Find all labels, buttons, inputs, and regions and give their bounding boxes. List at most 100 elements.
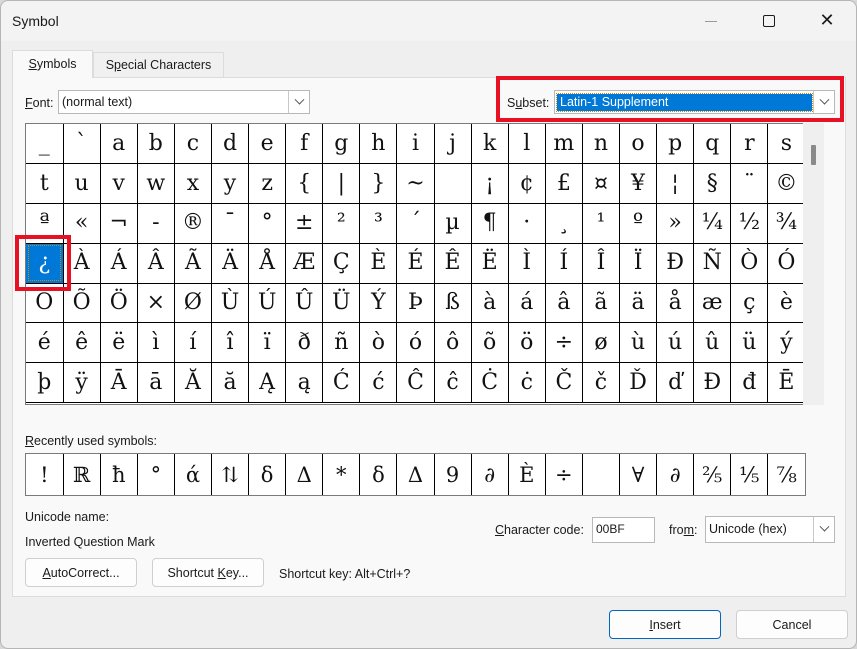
symbol-cell[interactable]: }	[359, 163, 398, 205]
symbol-cell[interactable]: ®	[174, 203, 212, 244]
symbol-cell[interactable]: µ	[434, 203, 472, 244]
recent-symbol-cell[interactable]: ∀	[619, 454, 658, 495]
symbol-cell[interactable]: ´	[396, 203, 435, 244]
from-dropdown-button[interactable]	[813, 517, 834, 542]
symbol-cell[interactable]: À	[63, 243, 101, 284]
symbol-cell[interactable]: Ì	[508, 243, 546, 284]
symbol-cell[interactable]: j	[434, 124, 472, 165]
symbol-cell[interactable]: b	[137, 124, 175, 165]
symbol-cell[interactable]: ô	[434, 322, 472, 364]
symbol-cell[interactable]: à	[471, 283, 509, 324]
symbol-cell[interactable]: Í	[545, 243, 583, 284]
symbol-cell[interactable]: ċ	[508, 362, 546, 404]
symbol-cell[interactable]: Ē	[767, 362, 806, 404]
symbol-cell[interactable]: §	[693, 163, 732, 205]
symbol-cell[interactable]: ú	[656, 322, 695, 364]
symbol-cell[interactable]: ą	[285, 362, 324, 404]
symbol-cell[interactable]: -	[137, 203, 175, 244]
symbol-cell[interactable]: Ø	[174, 283, 212, 324]
symbol-cell[interactable]: Å	[248, 243, 287, 284]
symbol-cell[interactable]: ¢	[508, 163, 546, 205]
from-dropdown[interactable]: Unicode (hex)	[705, 516, 835, 543]
symbol-cell[interactable]: Ă	[174, 362, 212, 404]
tab-special-characters[interactable]: Special Characters	[93, 52, 224, 77]
symbol-cell[interactable]: Ö	[100, 283, 138, 324]
symbol-cell[interactable]: ©	[767, 163, 806, 205]
font-dropdown-button[interactable]	[288, 91, 309, 113]
symbol-cell[interactable]: è	[767, 283, 806, 324]
symbol-cell[interactable]: ÿ	[63, 362, 101, 404]
symbol-cell[interactable]: ć	[359, 362, 398, 404]
symbol-cell[interactable]: Ü	[322, 283, 361, 324]
symbol-cell[interactable]: õ	[471, 322, 509, 364]
symbol-cell[interactable]: ñ	[322, 322, 361, 364]
symbol-cell[interactable]: y	[211, 163, 250, 205]
cancel-button[interactable]: Cancel	[736, 610, 848, 639]
symbol-cell[interactable]: Ą	[248, 362, 287, 404]
symbol-cell[interactable]: ¥	[619, 163, 658, 205]
recent-symbol-cell[interactable]: ∂	[656, 454, 695, 495]
symbol-cell[interactable]: ö	[508, 322, 546, 364]
symbol-cell[interactable]: å	[656, 283, 695, 324]
symbol-cell[interactable]: Ĉ	[396, 362, 435, 404]
recent-symbol-cell[interactable]: 9	[434, 454, 472, 495]
symbol-cell[interactable]: Ā	[100, 362, 138, 404]
symbol-cell[interactable]: ß	[434, 283, 472, 324]
symbol-cell[interactable]: ã	[582, 283, 621, 324]
minimize-button[interactable]	[688, 1, 734, 41]
symbol-cell[interactable]: s	[767, 124, 806, 165]
symbol-cell[interactable]: ä	[619, 283, 658, 324]
symbol-cell[interactable]: Þ	[396, 283, 435, 324]
recent-symbol-cell[interactable]: ∂	[471, 454, 509, 495]
symbol-cell[interactable]: ù	[619, 322, 658, 364]
recent-symbol-cell[interactable]: ⅖	[693, 454, 732, 495]
symbol-cell[interactable]: ď	[656, 362, 695, 404]
symbol-cell[interactable]: ü	[730, 322, 769, 364]
maximize-button[interactable]	[746, 1, 792, 41]
symbol-cell[interactable]: Ë	[471, 243, 509, 284]
symbol-cell[interactable]: n	[582, 124, 621, 165]
symbol-cell[interactable]: È	[359, 243, 398, 284]
symbol-cell[interactable]	[434, 163, 472, 205]
symbol-cell[interactable]: f	[285, 124, 324, 165]
symbol-cell[interactable]: Č	[545, 362, 583, 404]
symbol-cell[interactable]: þ	[26, 362, 64, 404]
symbol-cell[interactable]: °	[248, 203, 287, 244]
symbol-cell[interactable]: w	[137, 163, 175, 205]
symbol-cell[interactable]: ¯	[211, 203, 250, 244]
symbol-cell[interactable]: č	[582, 362, 621, 404]
symbol-cell[interactable]: ¤	[582, 163, 621, 205]
symbol-cell[interactable]: Æ	[285, 243, 324, 284]
autocorrect-button[interactable]: AutoCorrect...	[25, 558, 137, 587]
symbol-cell[interactable]: Õ	[63, 283, 101, 324]
symbol-cell[interactable]: ê	[63, 322, 101, 364]
symbol-cell[interactable]: Ð	[656, 243, 695, 284]
symbol-cell[interactable]: Á	[100, 243, 138, 284]
symbol-cell[interactable]: ª	[26, 203, 64, 244]
shortcut-key-button[interactable]: Shortcut Key...	[152, 558, 264, 587]
symbol-cell[interactable]: Ä	[211, 243, 250, 284]
symbol-cell[interactable]: ð	[285, 322, 324, 364]
symbol-cell[interactable]: g	[322, 124, 361, 165]
symbol-cell[interactable]: {	[285, 163, 324, 205]
symbol-grid-scrollbar[interactable]	[803, 123, 824, 405]
symbol-cell[interactable]: û	[693, 322, 732, 364]
symbol-cell[interactable]: _	[26, 124, 64, 165]
subset-dropdown[interactable]: Latin-1 Supplement	[554, 90, 835, 114]
symbol-cell[interactable]: Ù	[211, 283, 250, 324]
symbol-cell[interactable]: ò	[359, 322, 398, 364]
symbol-cell[interactable]: ¹	[582, 203, 621, 244]
symbol-cell[interactable]: ï	[248, 322, 287, 364]
symbol-cell[interactable]: Ò	[730, 243, 769, 284]
symbol-cell[interactable]: £	[545, 163, 583, 205]
symbol-cell[interactable]: ×	[137, 283, 175, 324]
symbol-cell[interactable]: ç	[730, 283, 769, 324]
character-code-input[interactable]: 00BF	[592, 517, 655, 543]
symbol-cell[interactable]: Ç	[322, 243, 361, 284]
close-button[interactable]: ✕	[804, 1, 850, 41]
symbol-cell[interactable]: «	[63, 203, 101, 244]
symbol-cell[interactable]: |	[322, 163, 361, 205]
symbol-cell[interactable]: z	[248, 163, 287, 205]
symbol-cell[interactable]: ¦	[656, 163, 695, 205]
recent-symbol-cell[interactable]: ÷	[545, 454, 583, 495]
